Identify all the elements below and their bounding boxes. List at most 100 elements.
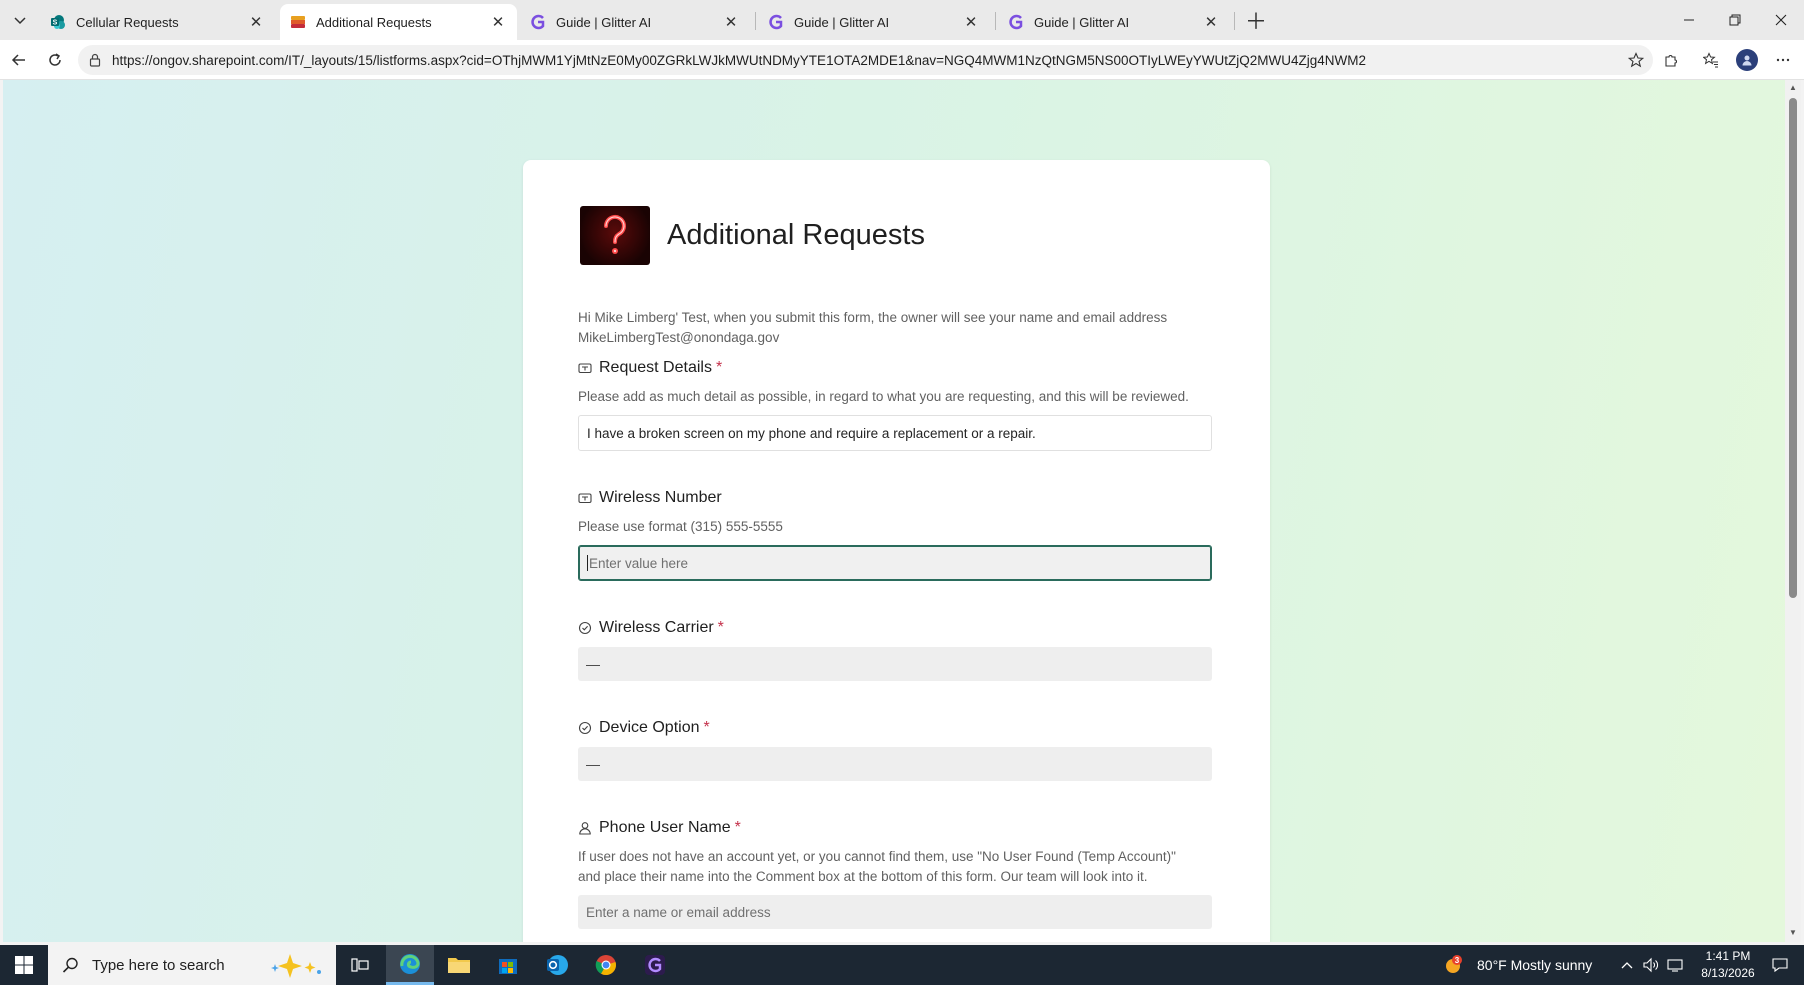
chevron-up-icon: [1621, 962, 1633, 969]
extensions-button[interactable]: [1657, 46, 1685, 74]
task-view-button[interactable]: [336, 945, 384, 985]
show-hidden-icons-button[interactable]: [1614, 945, 1640, 985]
taskbar-glitter-ai[interactable]: [631, 945, 679, 985]
question-title: Wireless Carrier: [599, 619, 714, 636]
required-marker: *: [703, 719, 710, 736]
form-header: Additional Requests: [580, 206, 925, 265]
question-title: Device Option: [599, 719, 700, 736]
scroll-down-arrow-icon[interactable]: ▼: [1788, 928, 1798, 938]
weather-widget[interactable]: 3: [1434, 945, 1474, 985]
glitter-icon: [645, 955, 665, 975]
chrome-icon: [595, 955, 616, 976]
store-icon: [499, 959, 517, 974]
url-text: https://ongov.sharepoint.com/IT/_layouts…: [112, 52, 1367, 68]
question-title: Wireless Number: [599, 489, 722, 506]
close-icon[interactable]: ✕: [247, 13, 265, 31]
weather-text[interactable]: 80°F Mostly sunny: [1477, 945, 1592, 985]
tab-additional-requests[interactable]: Additional Requests ✕: [280, 4, 517, 40]
glitter-icon: [1009, 14, 1023, 30]
back-arrow-icon: [11, 54, 25, 66]
tab-title: Guide | Glitter AI: [1034, 14, 1130, 30]
choice-check-icon: [578, 621, 592, 635]
wireless-number-input[interactable]: Enter value here: [578, 545, 1212, 581]
taskbar-microsoft-store[interactable]: [484, 945, 532, 985]
minimize-button[interactable]: [1666, 0, 1712, 40]
taskbar-edge[interactable]: [386, 945, 434, 985]
device-option-dropdown[interactable]: —: [578, 747, 1212, 781]
glitter-icon: [769, 14, 783, 30]
person-icon: [578, 821, 592, 835]
tab-cellular-requests[interactable]: S Cellular Requests ✕: [40, 4, 275, 40]
help-line: and place their name into the Comment bo…: [578, 869, 1148, 884]
refresh-button[interactable]: [41, 46, 69, 74]
favorites-button[interactable]: [1697, 46, 1725, 74]
scrollbar-thumb[interactable]: [1789, 98, 1797, 598]
close-window-button[interactable]: [1758, 0, 1804, 40]
close-icon[interactable]: ✕: [1202, 13, 1220, 31]
page-scrollbar[interactable]: ▲ ▼: [1785, 80, 1801, 942]
scroll-up-arrow-icon[interactable]: ▲: [1788, 83, 1798, 93]
request-details-input[interactable]: I have a broken screen on my phone and r…: [578, 415, 1212, 451]
glitter-icon: [531, 14, 545, 30]
network-button[interactable]: [1662, 945, 1688, 985]
tab-glitter-guide[interactable]: Guide | Glitter AI ✕: [758, 4, 990, 40]
close-icon: [1775, 14, 1787, 26]
greeting-email: MikeLimbergTest@onondaga.gov: [578, 330, 780, 345]
close-icon[interactable]: ✕: [962, 13, 980, 31]
tab-strip: S Cellular Requests ✕ Additional Request…: [0, 0, 1804, 40]
question-mark-icon: [603, 214, 626, 254]
form-card: Additional Requests Hi Mike Limberg' Tes…: [523, 160, 1270, 942]
question-label: Wireless Carrier *: [578, 617, 1218, 639]
search-icon: [62, 957, 78, 973]
clock-time: 1:41 PM: [1705, 949, 1751, 963]
folder-icon: [448, 958, 470, 973]
profile-button[interactable]: [1733, 46, 1761, 74]
tab-glitter-guide[interactable]: Guide | Glitter AI ✕: [998, 4, 1230, 40]
restore-button[interactable]: [1712, 0, 1758, 40]
favorites-list-icon: [1703, 52, 1718, 68]
avatar: [1736, 49, 1758, 71]
question-request-details: Request Details * Please add as much det…: [578, 357, 1218, 451]
tab-title: Cellular Requests: [76, 14, 179, 30]
close-icon[interactable]: ✕: [489, 13, 507, 31]
notifications-button[interactable]: [1760, 945, 1800, 985]
taskbar-chrome[interactable]: [582, 945, 630, 985]
volume-button[interactable]: [1638, 945, 1664, 985]
windows-taskbar: Type here to search 3 80°F Mostly sunny …: [0, 945, 1804, 985]
minimize-icon: [1684, 19, 1694, 21]
puzzle-icon: [1665, 55, 1677, 67]
tab-actions-menu-button[interactable]: [6, 6, 34, 34]
question-device-option: Device Option * —: [578, 717, 1218, 781]
sharepoint-icon: S: [51, 15, 65, 29]
tab-title: Guide | Glitter AI: [794, 14, 890, 30]
settings-more-button[interactable]: [1769, 46, 1797, 74]
phone-user-name-picker[interactable]: Enter a name or email address: [578, 895, 1212, 929]
question-label: Phone User Name *: [578, 817, 1218, 839]
question-label: Request Details *: [578, 357, 1218, 379]
more-dots-icon: [1776, 58, 1790, 62]
close-icon[interactable]: ✕: [722, 13, 740, 31]
question-phone-user-name: Phone User Name * If user does not have …: [578, 817, 1218, 929]
wireless-carrier-dropdown[interactable]: —: [578, 647, 1212, 681]
weather-alert-count: 3: [1455, 956, 1460, 965]
start-button[interactable]: [0, 945, 48, 985]
taskbar-search-box[interactable]: Type here to search: [48, 945, 336, 985]
tab-glitter-guide[interactable]: Guide | Glitter AI ✕: [520, 4, 750, 40]
notification-icon: [1772, 958, 1788, 973]
taskbar-file-explorer[interactable]: [435, 945, 483, 985]
address-bar[interactable]: https://ongov.sharepoint.com/IT/_layouts…: [78, 45, 1653, 75]
task-view-icon: [351, 958, 369, 972]
tab-title: Additional Requests: [316, 14, 432, 30]
taskbar-outlook[interactable]: [533, 945, 581, 985]
question-wireless-number: Wireless Number Please use format (315) …: [578, 487, 1218, 581]
back-button[interactable]: [5, 46, 33, 74]
question-title: Request Details: [599, 359, 712, 376]
favorite-star-button[interactable]: [1622, 46, 1650, 74]
new-tab-button[interactable]: ＋: [1242, 6, 1270, 34]
system-clock[interactable]: 1:41 PM 8/13/2026: [1688, 948, 1768, 982]
question-wireless-carrier: Wireless Carrier * —: [578, 617, 1218, 681]
edge-browser-icon: [400, 953, 420, 974]
text-field-icon: [578, 491, 592, 505]
refresh-icon: [49, 53, 61, 66]
svg-text:S: S: [53, 20, 58, 27]
